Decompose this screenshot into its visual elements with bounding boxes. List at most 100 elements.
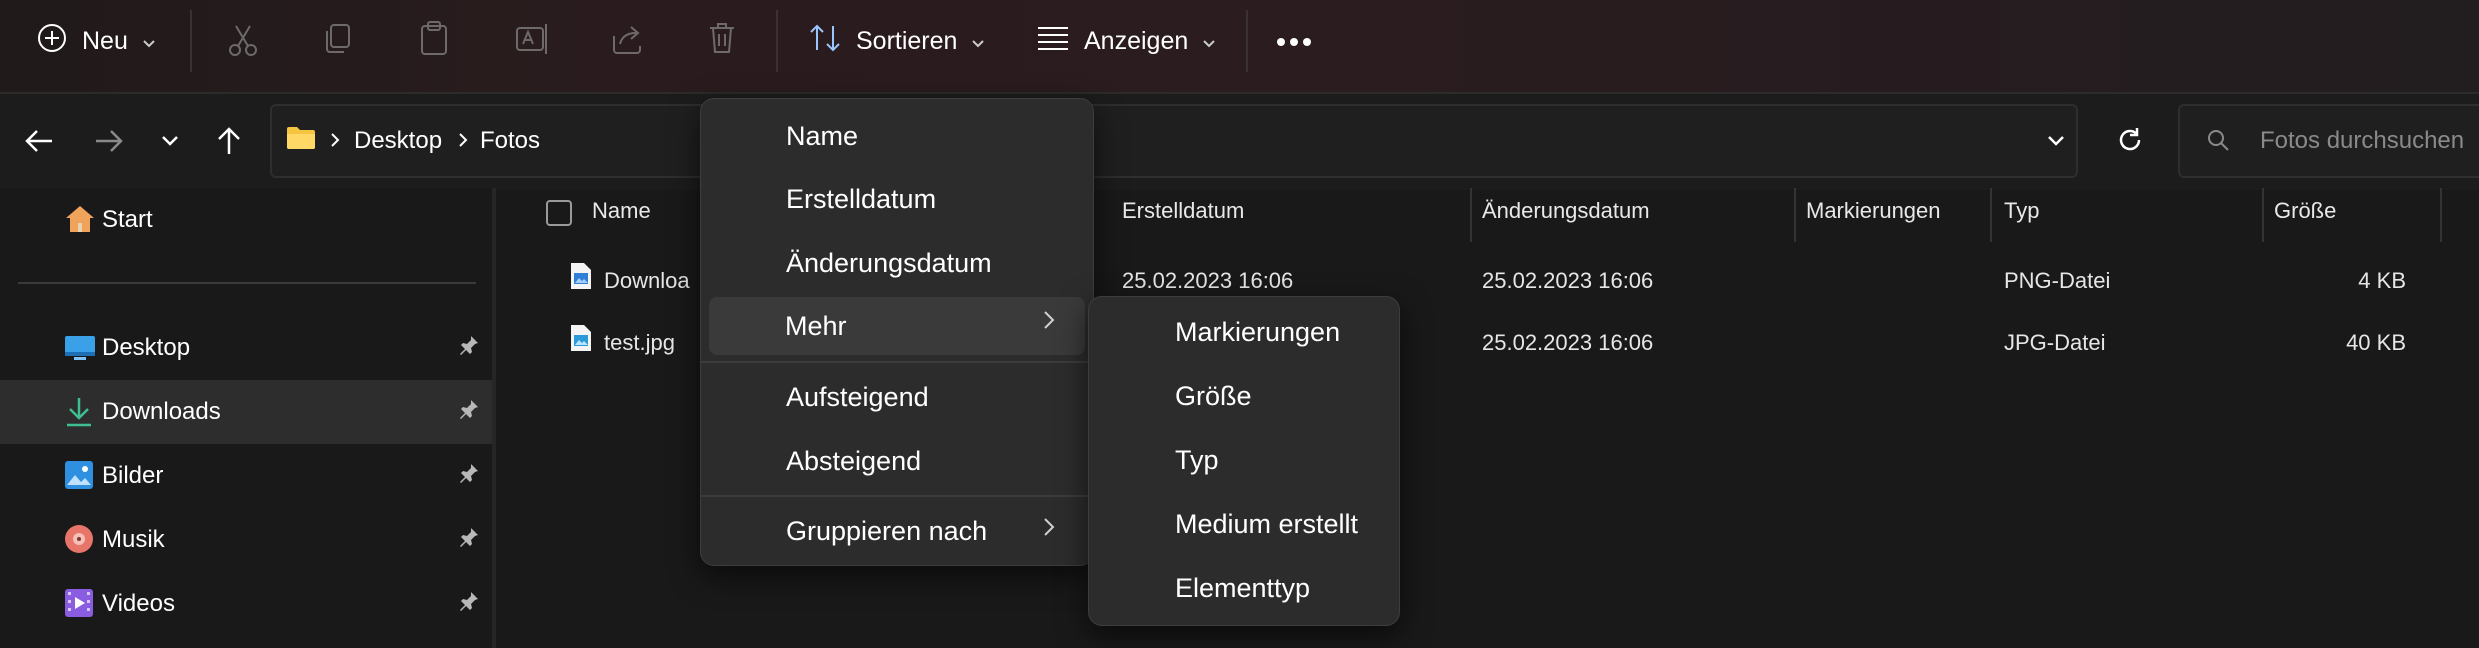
home-icon <box>64 204 96 241</box>
recent-locations-chevron-icon[interactable] <box>160 134 180 153</box>
sidebar-divider <box>18 282 476 284</box>
menu-item-created[interactable]: Erstelldatum <box>786 184 936 215</box>
toolbar-separator <box>190 10 192 72</box>
menu-item-group-by[interactable]: Gruppieren nach <box>786 516 987 547</box>
menu-separator <box>701 361 1093 363</box>
column-separator[interactable] <box>1990 188 1992 242</box>
sidebar-item-home[interactable]: Start <box>0 188 492 252</box>
delete-icon[interactable] <box>706 20 738 56</box>
sidebar-item-label: Videos <box>102 590 175 617</box>
menu-separator <box>701 495 1093 497</box>
pin-icon[interactable] <box>458 398 480 427</box>
file-size: 40 KB <box>2346 330 2406 355</box>
sidebar-item-label: Downloads <box>102 398 221 425</box>
list-view-icon <box>1036 25 1070 58</box>
more-submenu: Markierungen Größe Typ Medium erstellt E… <box>1088 296 1400 626</box>
sort-menu: Name Erstelldatum Änderungsdatum Mehr Au… <box>700 98 1094 566</box>
view-button[interactable]: Anzeigen <box>1036 22 1216 60</box>
chevron-right-icon <box>1043 516 1055 544</box>
search-input[interactable]: Fotos durchsuchen <box>2260 127 2464 155</box>
sort-button[interactable]: Sortieren <box>808 22 985 60</box>
address-bar[interactable] <box>270 104 2078 178</box>
sidebar-item-pictures[interactable]: Bilder <box>0 444 492 508</box>
menu-item-ascending[interactable]: Aufsteigend <box>786 382 929 413</box>
pin-icon[interactable] <box>458 334 480 363</box>
plus-circle-icon <box>36 22 68 61</box>
search-icon <box>2206 128 2230 157</box>
pane-splitter[interactable] <box>492 188 496 648</box>
menu-item-more-label: Mehr <box>785 311 847 341</box>
file-created: 25.02.2023 16:06 <box>1122 268 1294 293</box>
sort-icon <box>808 22 842 61</box>
column-header-type[interactable]: Typ <box>2004 198 2039 224</box>
folder-icon <box>286 126 316 155</box>
new-button-label: Neu <box>82 26 128 55</box>
menu-item-more[interactable] <box>709 297 1085 355</box>
command-bar <box>0 0 2479 92</box>
breadcrumb-chevron-icon <box>458 132 468 153</box>
pin-icon[interactable] <box>458 590 480 619</box>
sidebar-item-label: Start <box>102 206 153 233</box>
file-name: Downloa <box>604 268 690 293</box>
desktop-icon <box>64 334 96 369</box>
sidebar-item-desktop[interactable]: Desktop <box>0 316 492 380</box>
file-size: 4 KB <box>2358 268 2406 293</box>
menu-item-name[interactable]: Name <box>786 121 858 152</box>
sidebar-item-label: Desktop <box>102 334 191 361</box>
pin-icon[interactable] <box>458 462 480 491</box>
new-button[interactable]: Neu <box>36 22 156 60</box>
menu-item-item-type[interactable]: Elementtyp <box>1175 573 1310 604</box>
up-arrow-icon[interactable] <box>216 126 242 161</box>
png-file-icon <box>570 262 592 295</box>
breadcrumb-chevron-icon <box>330 132 340 153</box>
menu-item-descending[interactable]: Absteigend <box>786 446 921 477</box>
copy-icon[interactable] <box>322 22 354 56</box>
column-separator[interactable] <box>1470 188 1472 242</box>
menu-item-size[interactable]: Größe <box>1175 381 1252 412</box>
select-all-checkbox[interactable] <box>546 200 572 226</box>
jpg-file-icon <box>570 324 592 357</box>
videos-icon <box>64 588 94 625</box>
file-type: PNG-Datei <box>2004 268 2111 293</box>
download-icon <box>64 396 94 435</box>
refresh-icon[interactable] <box>2116 126 2144 159</box>
chevron-down-icon <box>971 27 985 56</box>
column-header-name[interactable]: Name <box>592 198 651 224</box>
column-separator[interactable] <box>2262 188 2264 242</box>
breadcrumb-fotos[interactable]: Fotos <box>480 127 540 155</box>
column-header-modified[interactable]: Änderungsdatum <box>1482 198 1650 224</box>
more-options-icon[interactable] <box>1276 34 1312 52</box>
back-arrow-icon[interactable] <box>24 128 54 159</box>
sidebar-item-music[interactable]: Musik <box>0 508 492 572</box>
chevron-down-icon <box>1202 27 1216 56</box>
column-header-created[interactable]: Erstelldatum <box>1122 198 1244 224</box>
file-name: test.jpg <box>604 330 675 355</box>
chevron-down-icon <box>142 27 156 56</box>
sort-button-label: Sortieren <box>856 26 958 55</box>
sidebar-item-downloads[interactable]: Downloads <box>0 380 492 444</box>
paste-icon[interactable] <box>418 20 450 56</box>
menu-item-modified[interactable]: Änderungsdatum <box>786 248 992 279</box>
column-separator[interactable] <box>1794 188 1796 242</box>
column-separator[interactable] <box>2440 188 2442 242</box>
share-icon[interactable] <box>610 22 644 56</box>
forward-arrow-icon[interactable] <box>94 128 124 159</box>
menu-item-tags[interactable]: Markierungen <box>1175 317 1340 348</box>
address-history-chevron-icon[interactable] <box>2046 134 2066 153</box>
pin-icon[interactable] <box>458 526 480 555</box>
toolbar-separator <box>776 10 778 72</box>
file-modified: 25.02.2023 16:06 <box>1482 268 1654 293</box>
column-header-tags[interactable]: Markierungen <box>1806 198 1941 224</box>
breadcrumb-desktop[interactable]: Desktop <box>354 127 442 155</box>
cut-icon[interactable] <box>226 22 260 58</box>
file-type: JPG-Datei <box>2004 330 2106 355</box>
rename-icon[interactable] <box>514 22 550 56</box>
menu-item-type[interactable]: Typ <box>1175 445 1219 476</box>
file-modified: 25.02.2023 16:06 <box>1482 330 1654 355</box>
sidebar-item-videos[interactable]: Videos <box>0 572 492 636</box>
view-button-label: Anzeigen <box>1084 26 1189 55</box>
sidebar-item-label: Musik <box>102 526 165 553</box>
column-header-size[interactable]: Größe <box>2274 198 2336 224</box>
sidebar-item-label: Bilder <box>102 462 164 489</box>
menu-item-media-created[interactable]: Medium erstellt <box>1175 509 1358 540</box>
